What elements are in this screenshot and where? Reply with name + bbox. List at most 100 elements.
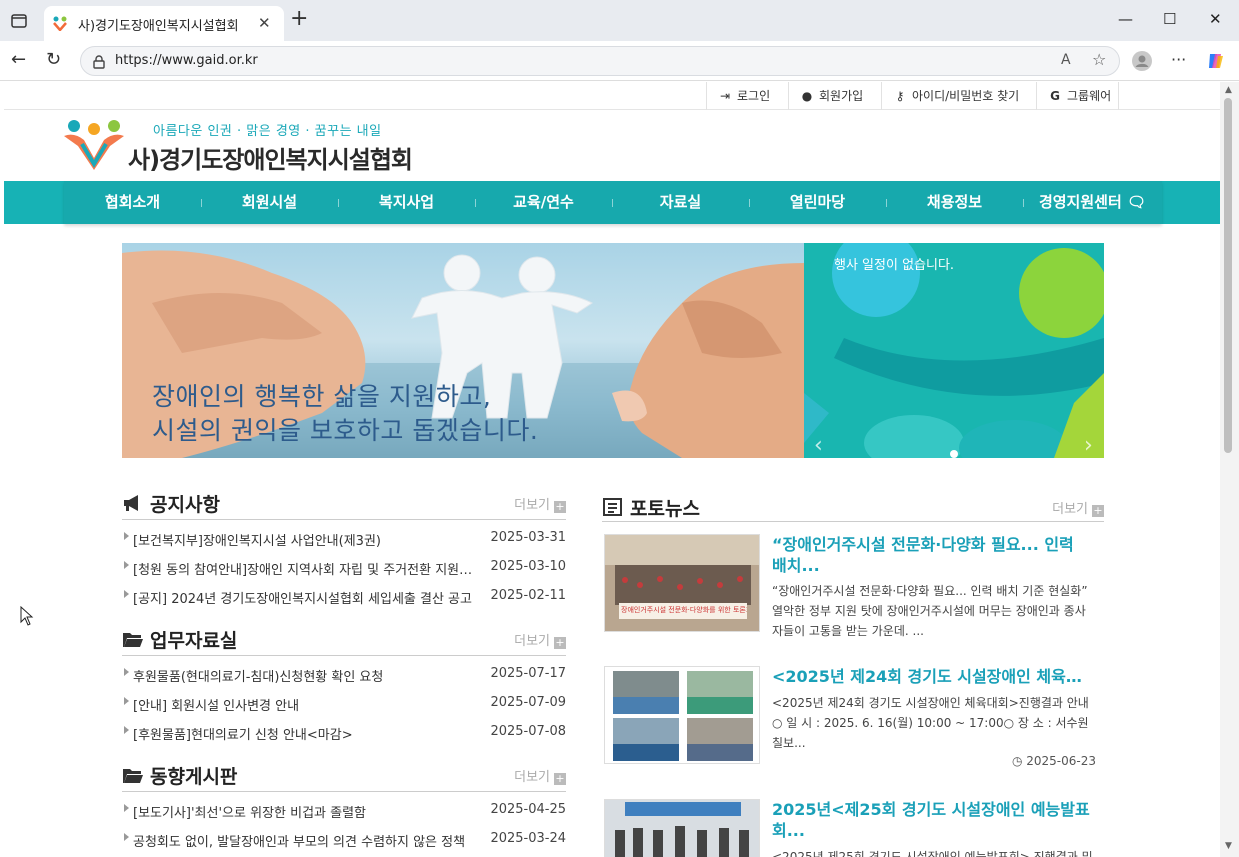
resources-row[interactable]: [후원물품]현대의료기 신청 안내<마감> 2025-07-08 — [122, 717, 566, 746]
resources-row[interactable]: [안내] 회원시설 인사변경 안내 2025-07-09 — [122, 688, 566, 717]
main-navigation-inner: 협회소개 회원시설 복지사업 교육/연수 자료실 열린마당 채용정보 경영지원센… — [64, 181, 1162, 224]
plus-icon: + — [1092, 504, 1104, 517]
close-tab-icon[interactable]: ✕ — [258, 14, 271, 32]
association-logo[interactable] — [62, 118, 126, 172]
hero-message: 장애인의 행복한 삶을 지원하고, 시설의 권익을 보호하고 돕겠습니다. — [152, 382, 539, 445]
photo-news-item[interactable]: 장애인거주시설 전문화·다양화를 위한 토론회 “장애인거주시설 전문화·다양화… — [602, 534, 1104, 638]
find-account-link[interactable]: ⚷ 아이디/비밀번호 찾기 — [881, 82, 1036, 110]
logo-name[interactable]: 사)경기도장애인복지시설협회 — [128, 140, 413, 175]
resources-row[interactable]: 후원물품(현대의료기-침대)신청현황 확인 요청 2025-07-17 — [122, 659, 566, 688]
nav-members[interactable]: 회원시설 — [201, 181, 338, 224]
notice-row[interactable]: [청원 동의 참여안내]장애인 지역사회 자립 및 주거전환 지원 촉구 2025… — [122, 552, 566, 581]
newspaper-icon — [602, 497, 624, 517]
groupware-link[interactable]: G 그룹웨어 — [1036, 82, 1119, 110]
notice-title[interactable]: 공지사항 — [150, 490, 220, 517]
folder-open-icon — [122, 765, 144, 785]
notice-board: 공지사항 더보기 + [보건복지부]장애인복지시설 사업안내(제3권) 2025-0… — [122, 490, 566, 610]
favorite-star-icon[interactable]: ☆ — [1092, 50, 1106, 69]
resources-more-button[interactable]: 더보기 + — [514, 630, 566, 649]
plus-icon: + — [554, 636, 566, 649]
url-text: https://www.gaid.or.kr — [115, 53, 258, 68]
clock-icon: ◷ — [1011, 754, 1023, 768]
photo-news-item-title[interactable]: <2025년 제24회 경기도 시설장애인 체육대회... — [772, 666, 1094, 687]
photo-news-thumbnail — [604, 799, 760, 857]
signup-link[interactable]: ● 회원가입 — [788, 82, 881, 110]
maximize-icon[interactable]: ☐ — [1163, 10, 1176, 28]
event-schedule-panel: 행사 일정이 없습니다. ‹ › — [804, 243, 1104, 458]
trends-row[interactable]: [보도기사]'최선'으로 위장한 비겁과 졸렬함 2025-04-25 — [122, 795, 566, 824]
scroll-down-icon[interactable]: ▼ — [1225, 841, 1232, 851]
site-favicon-icon — [52, 15, 68, 32]
slide-indicator-dot[interactable] — [950, 450, 958, 458]
user-icon: ● — [801, 89, 813, 103]
bullet-icon — [124, 833, 129, 841]
event-empty-message: 행사 일정이 없습니다. — [834, 258, 955, 273]
new-tab-icon[interactable]: + — [290, 8, 308, 30]
trends-row[interactable]: 공청회도 없이, 발달장애인과 부모의 의견 수렴하지 않은 정책 2025-03… — [122, 824, 566, 853]
scroll-up-icon[interactable]: ▲ — [1225, 85, 1232, 95]
resources-title[interactable]: 업무자료실 — [150, 626, 237, 653]
notice-more-button[interactable]: 더보기 + — [514, 494, 566, 513]
back-icon[interactable]: ← — [11, 50, 26, 70]
read-aloud-icon[interactable]: A — [1061, 52, 1071, 68]
utility-bar: ⇥ 로그인 ● 회원가입 ⚷ 아이디/비밀번호 찾기 G 그룹웨어 — [4, 82, 1220, 110]
scrollbar-thumb[interactable] — [1224, 98, 1232, 453]
bullet-icon — [124, 590, 129, 598]
nav-education[interactable]: 교육/연수 — [475, 181, 612, 224]
notice-row[interactable]: [공지] 2024년 경기도장애인복지시설협회 세입세출 결산 공고 2025-0… — [122, 581, 566, 610]
photo-news-item-title[interactable]: “장애인거주시설 전문화·다양화 필요... 인력 배치... — [772, 534, 1094, 576]
bullet-icon — [124, 668, 129, 676]
hero-banner[interactable]: 장애인의 행복한 삶을 지원하고, 시설의 권익을 보호하고 돕겠습니다. — [122, 243, 804, 458]
resources-board: 업무자료실 더보기 + 후원물품(현대의료기-침대)신청현황 확인 요청 2025-… — [122, 626, 566, 746]
nav-about[interactable]: 협회소개 — [64, 181, 201, 224]
close-window-icon[interactable]: ✕ — [1209, 10, 1222, 28]
plus-icon: + — [554, 772, 566, 785]
resources-header: 업무자료실 더보기 + — [122, 626, 566, 656]
bullet-icon — [124, 697, 129, 705]
chat-bubbles-icon: 🗨 — [1127, 193, 1147, 211]
prev-slide-icon[interactable]: ‹ — [814, 435, 823, 457]
minimize-icon[interactable]: — — [1118, 10, 1133, 28]
copilot-icon[interactable] — [1205, 50, 1227, 76]
photo-news-item[interactable]: <2025년 제24회 경기도 시설장애인 체육대회... <2025년 제24… — [602, 666, 1104, 768]
refresh-icon[interactable]: ↻ — [46, 50, 61, 70]
trends-board: 동향게시판 더보기 + [보도기사]'최선'으로 위장한 비겁과 졸렬함 2025-… — [122, 762, 566, 853]
notice-row[interactable]: [보건복지부]장애인복지시설 사업안내(제3권) 2025-03-31 — [122, 523, 566, 552]
login-link[interactable]: ⇥ 로그인 — [706, 82, 788, 110]
more-menu-icon[interactable]: ··· — [1171, 50, 1186, 69]
lock-icon[interactable] — [93, 54, 105, 73]
photo-news-thumbnail-graphic — [605, 535, 759, 631]
profile-avatar-icon[interactable] — [1131, 50, 1153, 76]
photo-news-item-desc: <2025년 제24회 경기도 시설장애인 체육대회>진행결과 안내 ○ 일 시… — [772, 696, 1089, 750]
photo-news-title[interactable]: 포토뉴스 — [630, 494, 700, 521]
google-g-icon: G — [1050, 89, 1060, 103]
megaphone-icon — [122, 493, 144, 513]
photo-news-item-desc: <2025년 제25회 경기도 시설장애인 예능발표회> 진행결과 및 작품전시 — [772, 850, 1093, 857]
browser-toolbar: ← ↻ https://www.gaid.or.kr A ☆ ··· — [0, 41, 1239, 81]
nav-management-center[interactable]: 경영지원센터 🗨 — [1023, 181, 1162, 224]
tab-actions-icon[interactable] — [8, 10, 30, 32]
address-bar[interactable]: https://www.gaid.or.kr A ☆ — [80, 46, 1120, 76]
photo-news-more-button[interactable]: 더보기 + — [1052, 498, 1104, 517]
nav-open-forum[interactable]: 열린마당 — [749, 181, 886, 224]
tab-strip: 사)경기도장애인복지시설협회 ✕ + — ☐ ✕ — [0, 0, 1239, 41]
photo-news-thumbnail-graphic — [605, 667, 759, 763]
plus-icon: + — [554, 500, 566, 513]
web-page: ⇥ 로그인 ● 회원가입 ⚷ 아이디/비밀번호 찾기 G 그룹웨어 아름다운 인권 · … — [4, 82, 1220, 857]
active-tab[interactable]: 사)경기도장애인복지시설협회 ✕ — [44, 6, 284, 41]
photo-news-item-title[interactable]: 2025년<제25회 경기도 시설장애인 예능발표회... — [772, 799, 1094, 841]
page-scrollbar[interactable]: ▲ ▼ — [1220, 82, 1239, 857]
main-navigation: 협회소개 회원시설 복지사업 교육/연수 자료실 열린마당 채용정보 경영지원센… — [4, 181, 1220, 224]
next-slide-icon[interactable]: › — [1084, 435, 1093, 457]
trends-more-button[interactable]: 더보기 + — [514, 766, 566, 785]
nav-welfare[interactable]: 복지사업 — [338, 181, 475, 224]
trends-title[interactable]: 동향게시판 — [150, 762, 237, 789]
bullet-icon — [124, 804, 129, 812]
nav-archive[interactable]: 자료실 — [612, 181, 749, 224]
photo-news-header: 포토뉴스 더보기 + — [602, 496, 1104, 522]
key-icon: ⚷ — [895, 89, 905, 103]
photo-news-thumbnail-graphic — [605, 800, 759, 857]
photo-news-item[interactable]: 2025년<제25회 경기도 시설장애인 예능발표회... <2025년 제25… — [602, 799, 1104, 857]
nav-jobs[interactable]: 채용정보 — [886, 181, 1023, 224]
login-icon: ⇥ — [719, 89, 731, 103]
